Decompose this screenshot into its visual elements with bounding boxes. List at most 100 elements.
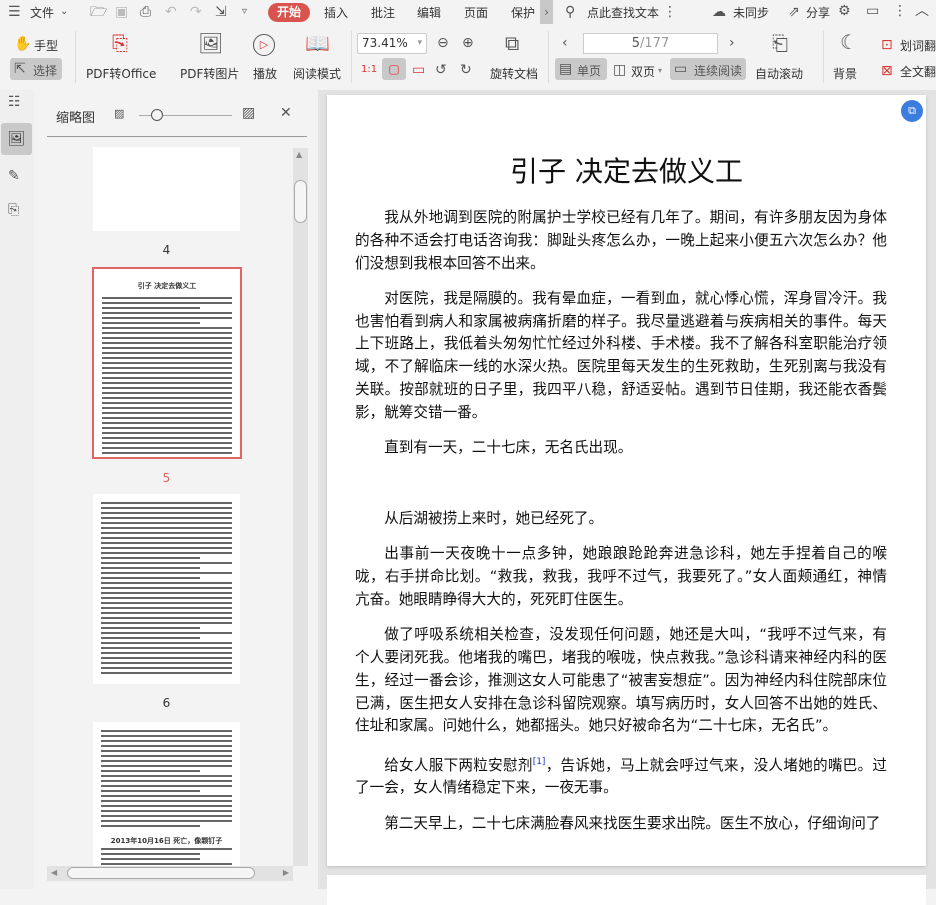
large-image-icon[interactable]: ▨ bbox=[242, 105, 255, 121]
thumbnail-text-line bbox=[101, 502, 232, 504]
more-dropdown-icon[interactable]: ▿ bbox=[242, 4, 247, 20]
thumbnail-text-line bbox=[102, 302, 232, 304]
background-button[interactable]: 背景 bbox=[833, 65, 857, 82]
thumbnail-page-6[interactable] bbox=[93, 494, 240, 684]
double-page-button[interactable]: 双页 bbox=[631, 63, 655, 80]
close-icon[interactable]: ✕ bbox=[280, 105, 292, 121]
paragraph: 做了呼吸系统相关检查，没发现任何问题，她还是大叫，“我呼不过气来，有个人要闭死我… bbox=[355, 624, 887, 738]
share-button[interactable]: 分享 bbox=[806, 4, 830, 21]
undo-icon[interactable]: ↶ bbox=[165, 4, 177, 20]
more-tabs-button[interactable]: › bbox=[540, 0, 553, 24]
continuous-read-button[interactable]: ▭ 连续阅读 bbox=[670, 58, 746, 80]
export-icon[interactable]: ⇲ bbox=[215, 4, 227, 20]
redo-icon[interactable]: ↷ bbox=[190, 4, 202, 20]
pdf-to-image-button[interactable]: PDF转图片 bbox=[180, 65, 239, 82]
thumbnail-text-line bbox=[101, 800, 232, 802]
outline-icon[interactable]: ☷ bbox=[8, 94, 21, 110]
translate-float-icon[interactable]: ⧉ bbox=[901, 100, 923, 122]
slider-handle[interactable] bbox=[151, 109, 163, 121]
paragraph: 第二天早上，二十七床满脸春风来找医生要求出院。医生不放心，仔细询问了 bbox=[355, 813, 887, 836]
thumbnail-text-line bbox=[101, 587, 232, 589]
thumbnail-text-line bbox=[102, 352, 232, 354]
footnote-link[interactable]: [1] bbox=[533, 757, 546, 767]
rotate-document-button[interactable]: 旋转文档 bbox=[490, 65, 538, 82]
thumbnail-text-line bbox=[101, 602, 232, 604]
settings-icon[interactable]: ⚙ bbox=[838, 3, 851, 19]
read-mode-button[interactable]: 阅读模式 bbox=[293, 65, 341, 82]
thumbnail-text-line bbox=[101, 863, 232, 865]
scrollbar-thumb[interactable] bbox=[294, 180, 307, 223]
zoom-select[interactable]: 73.41% ▾ bbox=[357, 33, 427, 54]
select-tool-button[interactable]: ⇱ 选择 bbox=[10, 58, 62, 80]
thumbnail-page-4[interactable] bbox=[93, 147, 240, 231]
sync-status[interactable]: 未同步 bbox=[733, 4, 769, 21]
full-translate-button[interactable]: 全文翻 bbox=[900, 63, 936, 80]
tab-annotate[interactable]: 批注 bbox=[371, 4, 395, 21]
convert-icon[interactable]: ⎘ bbox=[8, 202, 19, 218]
thumbnail-text-line bbox=[101, 780, 232, 782]
thumbnail-title: 2013年10月16日 死亡，像颗钉子 bbox=[93, 836, 240, 846]
comment-icon[interactable]: ▭ bbox=[866, 3, 879, 19]
play-button[interactable]: 播放 bbox=[253, 65, 277, 82]
search-icon[interactable]: ⚲ bbox=[565, 4, 575, 20]
thumbnail-text-line bbox=[102, 387, 232, 389]
tab-protect[interactable]: 保护 bbox=[511, 4, 535, 21]
thumbnail-text-line bbox=[102, 312, 232, 314]
small-image-icon[interactable]: ▨ bbox=[114, 106, 124, 122]
thumbnail-icon[interactable]: 🖼 bbox=[1, 123, 32, 155]
collapse-ribbon-icon[interactable]: ︿ bbox=[915, 3, 929, 19]
thumbnail-page-7[interactable]: 2013年10月16日 死亡，像颗钉子 bbox=[93, 722, 240, 867]
thumbnail-text-line bbox=[102, 357, 232, 359]
rotate-right-icon[interactable]: ↻ bbox=[460, 62, 472, 78]
zoom-in-icon[interactable]: ⊕ bbox=[462, 35, 474, 51]
thumbnail-text-line bbox=[101, 572, 232, 574]
tab-insert[interactable]: 插入 bbox=[324, 4, 348, 21]
rotate-left-icon[interactable]: ↺ bbox=[435, 62, 447, 78]
thumbnail-text-line bbox=[101, 795, 232, 797]
total-pages: /177 bbox=[640, 36, 669, 51]
thumbnail-text-line bbox=[101, 642, 232, 644]
thumbnail-page-5[interactable]: 引子 决定去做义工 bbox=[92, 267, 242, 459]
word-translate-button[interactable]: 划词翻 bbox=[900, 37, 936, 54]
print-icon[interactable]: ⎙ bbox=[140, 4, 151, 20]
chevron-down-icon[interactable]: ⌄ bbox=[60, 4, 68, 20]
more-vertical-icon[interactable]: ⋮ bbox=[663, 4, 677, 20]
actual-size-icon[interactable]: 1:1 bbox=[361, 62, 377, 78]
thumbnail-text-line bbox=[101, 730, 232, 732]
tab-start[interactable]: 开始 bbox=[268, 3, 310, 22]
pen-icon[interactable]: ✎ bbox=[8, 168, 20, 184]
search-input[interactable]: 点此查找文本 bbox=[587, 4, 659, 21]
menu-file[interactable]: 文件 bbox=[30, 4, 54, 21]
cloud-icon: ☁ bbox=[712, 4, 726, 20]
thumbnail-text-line bbox=[101, 607, 232, 609]
zoom-out-icon[interactable]: ⊖ bbox=[437, 35, 449, 51]
tab-page[interactable]: 页面 bbox=[464, 4, 488, 21]
pdf-to-office-button[interactable]: PDF转Office bbox=[86, 65, 156, 82]
hamburger-icon[interactable]: ☰ bbox=[8, 4, 21, 20]
auto-scroll-button[interactable]: 自动滚动 bbox=[755, 65, 803, 82]
single-page-button[interactable]: ▤ 单页 bbox=[555, 58, 607, 80]
fit-page-icon[interactable]: ▢ bbox=[382, 58, 406, 80]
page-number-input[interactable]: 5/177 bbox=[583, 33, 718, 54]
tab-edit[interactable]: 编辑 bbox=[417, 4, 441, 21]
thumbnail-text-line bbox=[102, 397, 232, 399]
thumbnail-text-line bbox=[101, 657, 232, 659]
hand-tool[interactable]: 手型 bbox=[34, 37, 58, 54]
vertical-scrollbar[interactable]: ▲ bbox=[293, 148, 308, 866]
thumbnail-text-line bbox=[101, 507, 232, 509]
paragraph: 给女人服下两粒安慰剂[1]，告诉她，马上就会呼过气来，没人堵她的嘴巴。过了一会，… bbox=[355, 751, 887, 800]
text: 给女人服下两粒安慰剂 bbox=[384, 757, 533, 774]
next-page-icon[interactable]: › bbox=[729, 35, 735, 51]
thumbnail-text-line bbox=[101, 672, 232, 674]
open-folder-icon[interactable]: 🗁 bbox=[90, 4, 107, 20]
prev-page-icon[interactable]: ‹ bbox=[562, 35, 568, 51]
thumbnail-text-line bbox=[101, 853, 200, 855]
moon-icon: ☾ bbox=[840, 34, 858, 50]
more-icon[interactable]: ⋮ bbox=[893, 3, 907, 19]
thumbnail-text-line bbox=[101, 750, 232, 752]
thumbnail-text-line bbox=[102, 427, 232, 429]
fit-width-icon[interactable]: ▭ bbox=[412, 62, 425, 78]
save-icon[interactable]: ▣ bbox=[115, 4, 128, 20]
h-scrollbar-thumb[interactable] bbox=[67, 867, 255, 879]
horizontal-scrollbar[interactable]: ◀ ▶ bbox=[47, 866, 293, 881]
